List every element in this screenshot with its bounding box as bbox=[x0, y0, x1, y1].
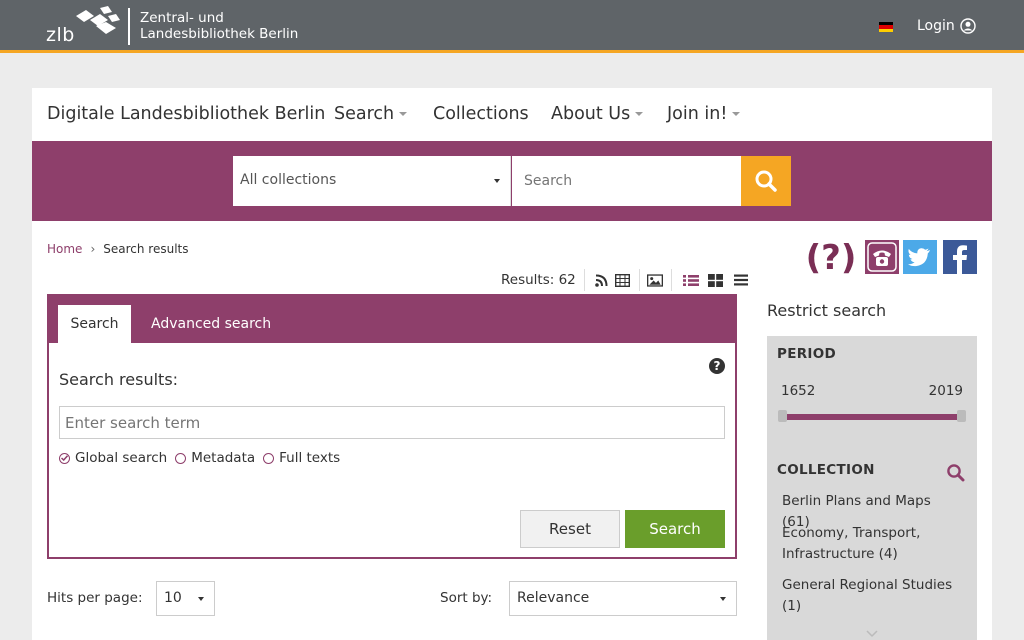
caret-down-icon bbox=[198, 597, 204, 601]
breadcrumb-current: Search results bbox=[103, 242, 189, 256]
period-slider-track[interactable] bbox=[781, 414, 963, 420]
sort-by-value: Relevance bbox=[517, 590, 590, 606]
hits-per-page-label: Hits per page: bbox=[47, 590, 143, 606]
hits-per-page-select[interactable]: 10 bbox=[156, 581, 215, 616]
collection-heading: COLLECTION bbox=[777, 462, 875, 478]
period-slider-handle-max[interactable] bbox=[957, 410, 966, 422]
search-panel-tabs: Search Advanced search bbox=[49, 296, 735, 343]
nav-item-collections[interactable]: Collections bbox=[433, 104, 529, 124]
tab-advanced-search[interactable]: Advanced search bbox=[151, 305, 271, 343]
search-scope-radios: Global search Metadata Full texts bbox=[59, 450, 344, 466]
nav-item-search[interactable]: Search bbox=[334, 104, 408, 124]
search-panel: Search Advanced search ? Search results:… bbox=[47, 294, 737, 559]
search-input[interactable] bbox=[512, 156, 741, 206]
twitter-icon[interactable] bbox=[903, 240, 937, 274]
top-bar: zlb Zentral- und Landesbibliothek Berlin… bbox=[0, 0, 1024, 53]
sort-by-select[interactable]: Relevance bbox=[509, 581, 737, 616]
breadcrumb: Home › Search results bbox=[47, 242, 189, 256]
period-range: 1652 2019 bbox=[781, 383, 963, 399]
radio-checked-icon bbox=[59, 452, 70, 464]
tab-search[interactable]: Search bbox=[58, 305, 131, 343]
chevron-down-icon bbox=[399, 112, 408, 116]
logo-name-line1: Zentral- und bbox=[140, 10, 224, 26]
logo-divider bbox=[128, 8, 130, 45]
list-view-icon[interactable] bbox=[682, 273, 699, 287]
nav-item-label: Join in! bbox=[667, 104, 728, 124]
logo-name[interactable]: Zentral- und Landesbibliothek Berlin bbox=[140, 10, 298, 42]
grid-view-icon[interactable] bbox=[708, 273, 724, 287]
search-band: All collections bbox=[32, 141, 992, 221]
collection-item-label: Economy, Transport, bbox=[782, 525, 921, 541]
caret-down-icon bbox=[720, 597, 726, 601]
radio-full-texts[interactable]: Full texts bbox=[263, 450, 340, 466]
restrict-search-title: Restrict search bbox=[767, 301, 887, 320]
nav-item-label: About Us bbox=[551, 104, 631, 124]
chevron-down-icon bbox=[732, 112, 741, 116]
results-toolbar: Results: 62 bbox=[501, 269, 749, 291]
german-flag-icon[interactable] bbox=[879, 22, 893, 32]
period-from: 1652 bbox=[781, 383, 816, 399]
breadcrumb-separator: › bbox=[90, 242, 96, 256]
user-icon bbox=[960, 18, 976, 34]
radio-label: Global search bbox=[75, 450, 168, 466]
results-count: Results: 62 bbox=[501, 272, 576, 288]
hits-per-page-value: 10 bbox=[164, 590, 182, 606]
period-slider-handle-min[interactable] bbox=[778, 410, 787, 422]
main-navbar: Digitale Landesbibliothek Berlin Search … bbox=[32, 88, 992, 141]
svg-text:(?): (?) bbox=[806, 240, 857, 274]
logo-name-line2: Landesbibliothek Berlin bbox=[140, 26, 299, 42]
table-icon[interactable] bbox=[615, 273, 631, 287]
image-icon[interactable] bbox=[646, 273, 663, 287]
facet-panel: PERIOD 1652 2019 COLLECTION Berlin Plans… bbox=[767, 336, 977, 640]
collection-item[interactable]: Economy, Transport, Infrastructure (4) bbox=[782, 523, 962, 565]
collection-item-label: General Regional Studies bbox=[782, 577, 953, 593]
nav-item-label: Search bbox=[334, 104, 395, 124]
compact-list-icon[interactable] bbox=[733, 273, 749, 287]
radio-label: Metadata bbox=[191, 450, 256, 466]
chevron-down-icon[interactable] bbox=[866, 630, 878, 638]
nav-brand[interactable]: Digitale Landesbibliothek Berlin bbox=[47, 104, 325, 124]
login-label: Login bbox=[917, 18, 955, 34]
breadcrumb-home[interactable]: Home bbox=[47, 242, 82, 256]
collection-select[interactable]: All collections bbox=[233, 156, 511, 206]
search-icon bbox=[755, 170, 777, 192]
help-question-icon[interactable]: (?) bbox=[803, 238, 859, 278]
sort-by-label: Sort by: bbox=[440, 590, 493, 606]
collection-select-value: All collections bbox=[240, 172, 337, 188]
reset-button[interactable]: Reset bbox=[520, 510, 620, 548]
login-button[interactable]: Login bbox=[917, 18, 976, 34]
radio-metadata[interactable]: Metadata bbox=[175, 450, 255, 466]
radio-label: Full texts bbox=[279, 450, 341, 466]
collection-item-label-cont: Infrastructure (4) bbox=[782, 546, 898, 562]
rss-icon[interactable] bbox=[594, 273, 610, 287]
chevron-down-icon bbox=[635, 112, 644, 116]
phone-icon[interactable] bbox=[865, 240, 899, 274]
caret-down-icon bbox=[494, 179, 500, 183]
main-card: Digitale Landesbibliothek Berlin Search … bbox=[32, 88, 992, 640]
nav-item-about-us[interactable]: About Us bbox=[551, 104, 644, 124]
radio-unchecked-icon bbox=[263, 452, 275, 464]
search-results-label: Search results: bbox=[59, 370, 179, 389]
period-heading: PERIOD bbox=[777, 346, 837, 362]
divider bbox=[638, 269, 640, 291]
search-submit-button[interactable] bbox=[741, 156, 791, 206]
facebook-icon[interactable] bbox=[943, 240, 977, 274]
radio-global-search[interactable]: Global search bbox=[59, 450, 167, 466]
divider bbox=[670, 269, 672, 291]
collection-item[interactable]: General Regional Studies (1) bbox=[782, 575, 962, 617]
radio-unchecked-icon bbox=[175, 452, 187, 464]
divider bbox=[583, 269, 585, 291]
search-term-input[interactable] bbox=[59, 406, 725, 439]
nav-item-join-in[interactable]: Join in! bbox=[667, 104, 741, 124]
period-to: 2019 bbox=[928, 383, 963, 399]
help-circle-icon[interactable]: ? bbox=[709, 358, 725, 374]
search-button[interactable]: Search bbox=[625, 510, 725, 548]
collection-item-label-cont: (1) bbox=[782, 598, 802, 614]
logo-short-text: zlb bbox=[46, 24, 75, 46]
nav-item-label: Collections bbox=[433, 104, 529, 124]
collection-search-icon[interactable] bbox=[946, 463, 965, 482]
